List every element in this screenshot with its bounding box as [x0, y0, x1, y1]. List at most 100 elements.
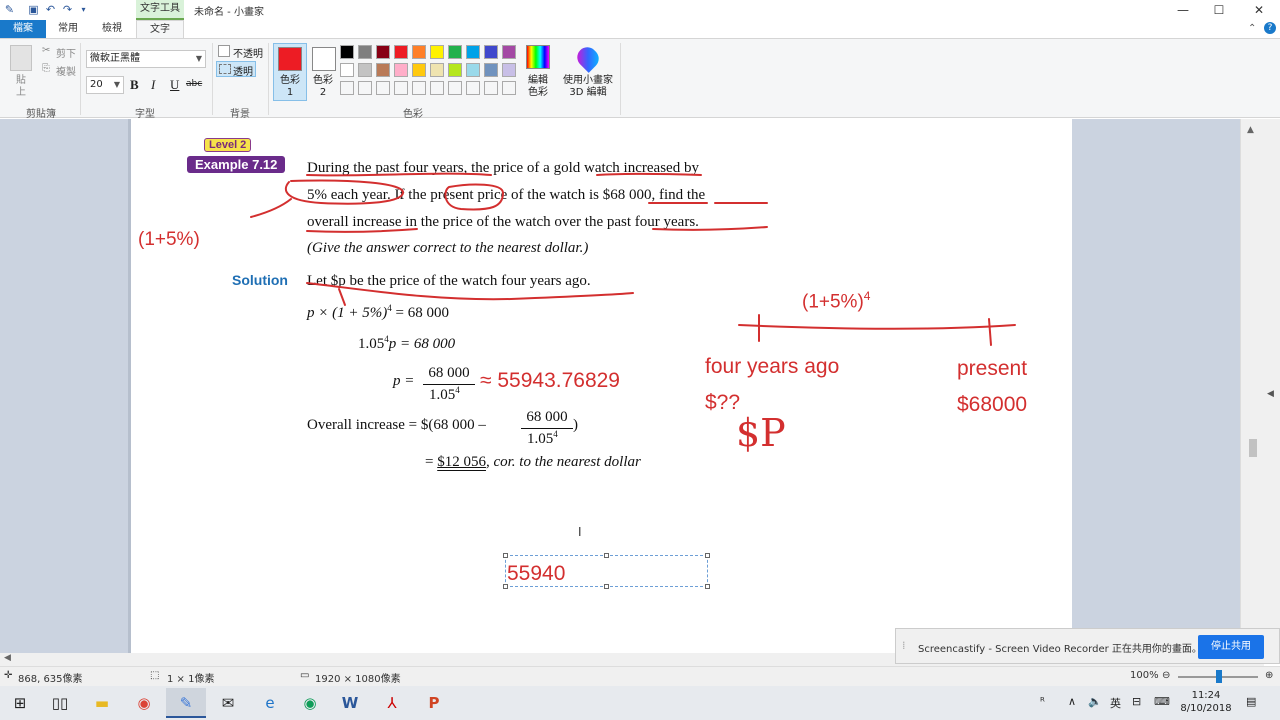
redo-icon[interactable]: ↷ — [61, 3, 74, 16]
resize-handle[interactable] — [705, 584, 710, 589]
italic-button[interactable]: I — [151, 77, 155, 93]
resize-handle[interactable] — [604, 584, 609, 589]
mail-icon[interactable]: ✉ — [208, 688, 248, 718]
palette-swatch[interactable] — [394, 63, 408, 77]
drag-handle-icon[interactable]: ⁞ — [902, 639, 906, 652]
cut-icon[interactable]: ✂ — [42, 45, 50, 56]
text-input-box[interactable]: 55940 — [503, 553, 710, 589]
chevron-left-icon[interactable]: ◀ — [1267, 389, 1274, 399]
keyboard-icon[interactable]: ⌨ — [1154, 695, 1170, 708]
font-size-select[interactable]: 20 ▼ — [86, 76, 124, 94]
save-icon[interactable]: ▣ — [27, 3, 40, 16]
palette-swatch[interactable] — [340, 45, 354, 59]
edge-icon[interactable]: e — [250, 688, 290, 718]
edit-colors-icon[interactable] — [526, 45, 550, 69]
edit-colors-label[interactable]: 編輯色彩 — [526, 75, 550, 99]
opaque-icon[interactable] — [218, 45, 230, 57]
palette-swatch[interactable] — [376, 45, 390, 59]
copy-button[interactable]: 複製 — [56, 63, 76, 78]
palette-swatch-empty[interactable] — [448, 81, 462, 95]
customize-qat-icon[interactable]: ▾ — [77, 3, 90, 16]
vertical-scrollbar[interactable]: ▲ — [1240, 119, 1264, 653]
tab-home[interactable]: 常用 — [48, 20, 88, 38]
paint3d-label[interactable]: 使用小畫家 3D 編輯 — [562, 75, 614, 99]
tab-file[interactable]: 檔案 — [0, 20, 46, 38]
acrobat-icon[interactable]: ⅄ — [372, 688, 412, 718]
palette-swatch[interactable] — [412, 63, 426, 77]
color2-label[interactable]: 色彩 2 — [312, 75, 334, 99]
word-icon[interactable]: W — [330, 688, 370, 718]
chrome-alt-icon[interactable]: ◉ — [290, 688, 330, 718]
paste-label[interactable]: 貼上 — [16, 75, 28, 99]
paint-app-icon[interactable]: ✎ — [3, 3, 16, 16]
palette-swatch-empty[interactable] — [484, 81, 498, 95]
palette-swatch-empty[interactable] — [412, 81, 426, 95]
palette-swatch[interactable] — [484, 45, 498, 59]
palette-swatch-empty[interactable] — [430, 81, 444, 95]
palette-swatch-empty[interactable] — [466, 81, 480, 95]
palette-swatch[interactable] — [358, 45, 372, 59]
palette-swatch[interactable] — [448, 45, 462, 59]
volume-icon[interactable]: 🔈 — [1088, 695, 1102, 708]
powerpoint-icon[interactable]: P — [414, 688, 454, 718]
palette-swatch[interactable] — [502, 45, 516, 59]
resize-handle[interactable] — [705, 553, 710, 558]
undo-icon[interactable]: ↶ — [44, 3, 57, 16]
paint-taskbar-icon[interactable]: ✎ — [166, 688, 206, 718]
palette-swatch[interactable] — [412, 45, 426, 59]
action-center-icon[interactable]: ▤ — [1246, 695, 1256, 708]
file-explorer-icon[interactable]: ▬ — [82, 688, 122, 718]
zoom-out-icon[interactable]: ⊖ — [1162, 670, 1170, 681]
scroll-left-icon[interactable]: ◀ — [4, 653, 11, 663]
zoom-slider-thumb[interactable] — [1216, 670, 1222, 683]
palette-swatch-empty[interactable] — [502, 81, 516, 95]
resize-handle[interactable] — [503, 553, 508, 558]
chrome-icon[interactable]: ◉ — [124, 688, 164, 718]
palette-swatch-empty[interactable] — [358, 81, 372, 95]
people-icon[interactable]: ᴿ — [1040, 695, 1045, 708]
palette-swatch[interactable] — [358, 63, 372, 77]
palette-swatch[interactable] — [340, 63, 354, 77]
resize-handle[interactable] — [604, 553, 609, 558]
palette-swatch-empty[interactable] — [376, 81, 390, 95]
language-icon[interactable]: ⊟ — [1132, 695, 1141, 708]
textbox-value[interactable]: 55940 — [507, 562, 565, 586]
paint3d-icon[interactable] — [573, 43, 603, 73]
collapse-ribbon-icon[interactable]: ⌃ — [1248, 23, 1256, 34]
palette-swatch-empty[interactable] — [340, 81, 354, 95]
strikethrough-button[interactable]: abc — [186, 79, 202, 89]
ime-mode[interactable]: 英 — [1110, 695, 1121, 711]
tab-view[interactable]: 檢視 — [92, 20, 132, 38]
transparent-button[interactable]: 透明 — [233, 63, 253, 78]
underline-button[interactable]: U — [170, 77, 179, 93]
close-button[interactable]: ✕ — [1236, 0, 1280, 20]
tab-text[interactable]: 文字 — [136, 20, 184, 38]
copy-icon[interactable]: ⎘ — [42, 63, 50, 74]
palette-swatch[interactable] — [502, 63, 516, 77]
task-view-icon[interactable]: ▯▯ — [40, 688, 80, 718]
paste-icon[interactable] — [10, 45, 32, 71]
scroll-up-icon[interactable]: ▲ — [1247, 125, 1254, 135]
palette-swatch[interactable] — [448, 63, 462, 77]
palette-swatch[interactable] — [430, 63, 444, 77]
cut-button[interactable]: 剪下 — [56, 45, 76, 60]
palette-swatch[interactable] — [430, 45, 444, 59]
show-hidden-icons[interactable]: ∧ — [1068, 695, 1076, 708]
opaque-button[interactable]: 不透明 — [233, 45, 263, 60]
color2-swatch[interactable] — [312, 47, 336, 71]
zoom-in-icon[interactable]: ⊕ — [1265, 670, 1273, 681]
help-icon[interactable]: ? — [1264, 22, 1276, 34]
palette-swatch-empty[interactable] — [394, 81, 408, 95]
stop-sharing-button[interactable]: 停止共用 — [1198, 635, 1264, 659]
palette-swatch[interactable] — [484, 63, 498, 77]
palette-swatch[interactable] — [394, 45, 408, 59]
windows-start-icon[interactable]: ⊞ — [0, 688, 40, 718]
palette-swatch[interactable] — [466, 45, 480, 59]
clock[interactable]: 11:24 8/10/2018 — [1176, 689, 1236, 715]
palette-swatch[interactable] — [376, 63, 390, 77]
bold-button[interactable]: B — [130, 77, 139, 93]
resize-handle[interactable] — [503, 584, 508, 589]
scroll-thumb[interactable] — [1249, 439, 1257, 457]
font-family-select[interactable]: 微軟正黑體 ▼ — [86, 50, 206, 68]
palette-swatch[interactable] — [466, 63, 480, 77]
